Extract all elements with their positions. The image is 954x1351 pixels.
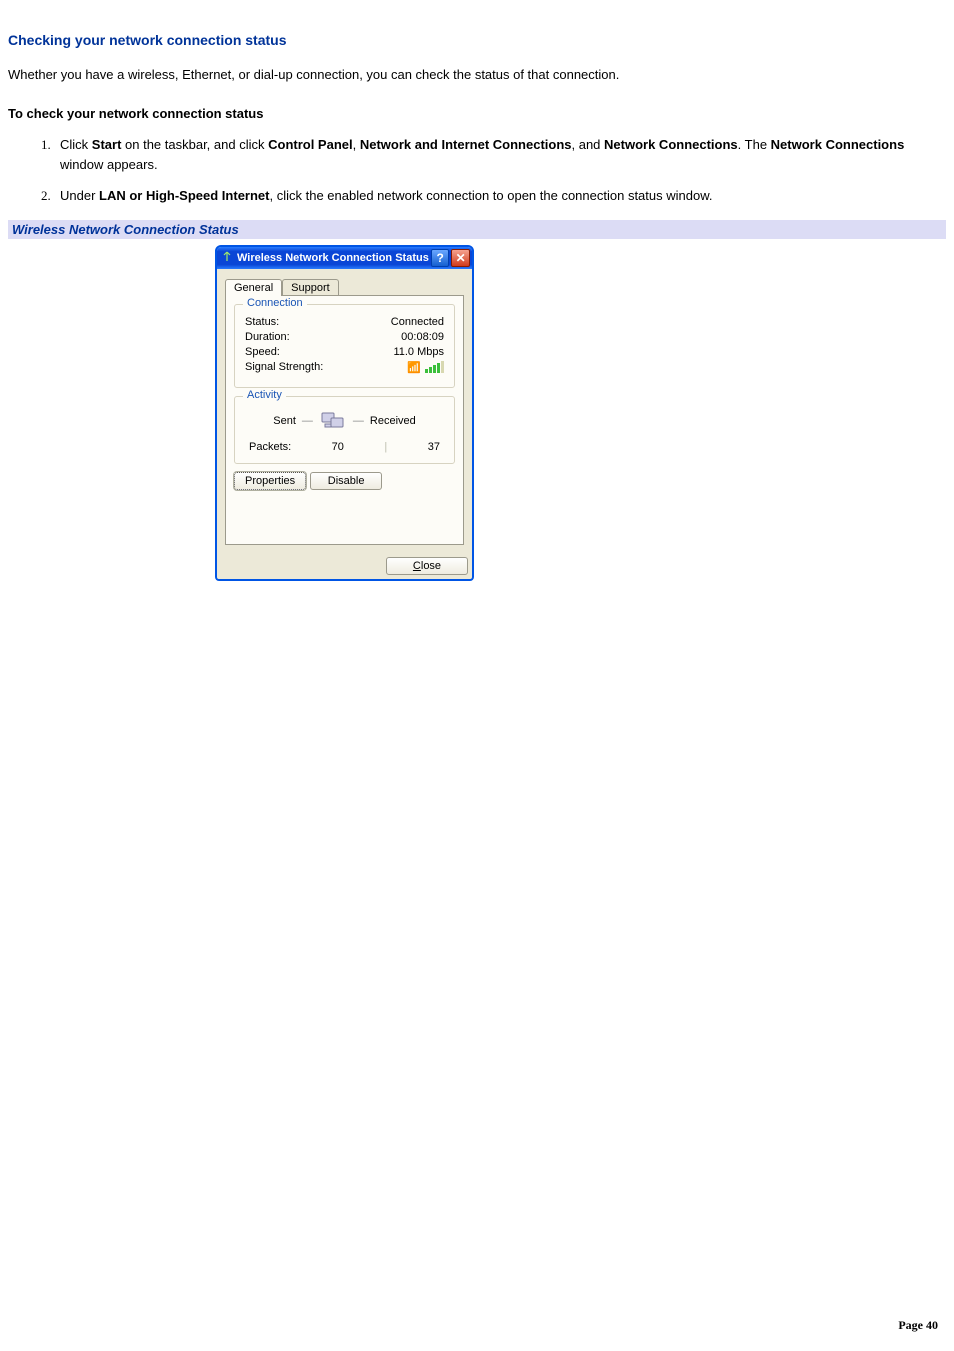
page-number-value: 40 [926, 1318, 938, 1332]
signal-label: Signal Strength: [245, 361, 323, 374]
tab-support[interactable]: Support [282, 279, 339, 296]
step-text: window appears. [60, 157, 158, 172]
status-label: Status: [245, 316, 279, 328]
step-text: on the taskbar, and click [121, 137, 268, 152]
step-bold: Network and Internet Connections [360, 137, 572, 152]
dialog-title: Wireless Network Connection Status [237, 252, 429, 264]
close-button-label: lose [421, 560, 441, 572]
speed-label: Speed: [245, 346, 280, 358]
section-heading: Checking your network connection status [8, 32, 946, 48]
status-dialog: Wireless Network Connection Status ? ✕ G… [215, 245, 474, 581]
figure-caption: Wireless Network Connection Status [8, 220, 946, 239]
step-bold: Network Connections [604, 137, 738, 152]
list-item: Click Start on the taskbar, and click Co… [54, 135, 946, 174]
tab-strip: General Support [225, 275, 464, 295]
dash-icon: — [302, 415, 313, 427]
duration-value: 00:08:09 [401, 331, 444, 343]
close-accelerator: C [413, 560, 421, 572]
tab-general[interactable]: General [225, 279, 282, 296]
step-text: . The [738, 137, 771, 152]
packets-label: Packets: [249, 441, 291, 453]
help-button[interactable]: ? [431, 249, 450, 267]
duration-label: Duration: [245, 331, 290, 343]
close-button[interactable]: Close [386, 557, 468, 575]
step-bold: Network Connections [771, 137, 905, 152]
sent-label: Sent [273, 415, 296, 427]
page-number: Page 40 [898, 1318, 938, 1333]
intro-paragraph: Whether you have a wireless, Ethernet, o… [8, 66, 946, 84]
titlebar[interactable]: Wireless Network Connection Status ? ✕ [217, 247, 472, 269]
procedure-steps: Click Start on the taskbar, and click Co… [8, 135, 946, 206]
speed-value: 11.0 Mbps [393, 346, 444, 358]
received-label: Received [370, 415, 416, 427]
step-text: , [353, 137, 360, 152]
step-bold: Control Panel [268, 137, 353, 152]
step-text: , click the enabled network connection t… [269, 188, 712, 203]
close-icon[interactable]: ✕ [451, 249, 470, 267]
packets-sent-value: 70 [332, 441, 344, 453]
step-bold: LAN or High-Speed Internet [99, 188, 269, 203]
activity-group: Activity Sent — — [234, 396, 455, 464]
status-value: Connected [391, 316, 444, 328]
disable-button[interactable]: Disable [310, 472, 382, 490]
dash-icon: — [353, 415, 364, 427]
page-label: Page [898, 1318, 926, 1332]
tab-panel-general: Connection Status: Connected Duration: 0… [225, 295, 464, 545]
wireless-icon [221, 250, 233, 265]
step-bold: Start [92, 137, 122, 152]
computers-icon [319, 409, 347, 433]
procedure-title: To check your network connection status [8, 106, 946, 121]
step-text: , and [572, 137, 605, 152]
list-item: Under LAN or High-Speed Internet, click … [54, 186, 946, 206]
group-title-activity: Activity [243, 389, 286, 401]
connection-group: Connection Status: Connected Duration: 0… [234, 304, 455, 388]
signal-strength-icon: 📶 [407, 361, 444, 374]
properties-button[interactable]: Properties [234, 472, 306, 490]
packets-received-value: 37 [428, 441, 440, 453]
step-text: Under [60, 188, 99, 203]
divider-icon: | [384, 441, 387, 453]
group-title-connection: Connection [243, 297, 307, 309]
step-text: Click [60, 137, 92, 152]
